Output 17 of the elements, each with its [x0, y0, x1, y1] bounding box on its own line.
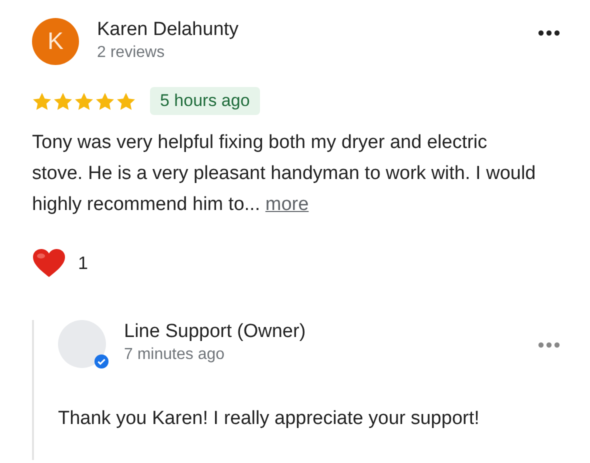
- star-icon: [116, 92, 136, 110]
- avatar: [58, 320, 106, 368]
- reviewer-name: Karen Delahunty: [97, 18, 240, 42]
- star-icon: [95, 92, 115, 110]
- reply-time: 7 minutes ago: [124, 345, 226, 365]
- more-link[interactable]: more: [265, 194, 309, 215]
- time-badge: 5 hours ago: [150, 87, 260, 115]
- heart-icon[interactable]: [32, 248, 66, 278]
- review-count: 2 reviews: [97, 43, 166, 63]
- reaction-count: 1: [78, 252, 88, 274]
- star-icon: [32, 92, 52, 110]
- avatar: K: [32, 18, 79, 65]
- star-icon: [74, 92, 94, 110]
- star-icon: [53, 92, 73, 110]
- review-text: Tony was very helpful fixing both my dryer and electric stove. He is a very pleasant handyman to work with. I would highly recommend him to... more: [32, 131, 537, 217]
- reply-text: Thank you Karen! I really appreciate your support!: [58, 408, 480, 430]
- owner-name: Line Support (Owner): [124, 320, 307, 344]
